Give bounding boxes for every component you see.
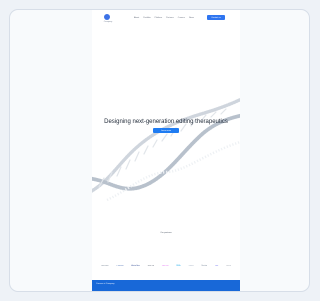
partner-logo: Cell Co xyxy=(161,264,169,267)
partner-logo: Life xyxy=(214,264,219,267)
nav-link[interactable]: Careers xyxy=(178,17,185,19)
partner-logo: BioLab xyxy=(147,264,154,267)
partner-logo: Genome xyxy=(101,264,109,267)
hero-learn-more-button[interactable]: Learn more xyxy=(153,128,179,133)
contact-button[interactable]: Contact us xyxy=(207,15,225,20)
nav-link[interactable]: Platform xyxy=(155,17,162,19)
partner-logo-strip: Genome Pharma AstraGen BioLab Cell Co RN… xyxy=(101,264,231,267)
partner-logo: Thera xyxy=(188,264,194,267)
partner-logo: Pharma xyxy=(116,264,124,267)
hero-section: Designing next-generation editing therap… xyxy=(92,90,240,210)
partner-logo: Gene xyxy=(226,264,231,267)
nav-link[interactable]: News xyxy=(189,17,194,19)
nav-link[interactable]: About xyxy=(134,17,139,19)
footer-banner: Careers at Company xyxy=(92,280,240,291)
brand-name: Company xyxy=(103,21,113,23)
web-page: Company About Portfolio Platform Partner… xyxy=(92,10,240,291)
partner-logo: RNA xyxy=(176,264,181,267)
partner-logo: Vector xyxy=(201,264,208,267)
nav-link[interactable]: Portfolio xyxy=(143,17,150,19)
company-logo-icon xyxy=(104,14,110,20)
footer-banner-label[interactable]: Careers at Company xyxy=(96,283,114,285)
brand-logo[interactable]: Company xyxy=(96,14,120,24)
dna-helix-illustration xyxy=(92,97,240,202)
partner-logo: AstraGen xyxy=(131,264,140,267)
hero-title: Designing next-generation editing therap… xyxy=(104,119,228,125)
top-navigation: Company About Portfolio Platform Partner… xyxy=(92,10,240,29)
screenshot-frame: Company About Portfolio Platform Partner… xyxy=(9,9,310,292)
partners-label: Our partners xyxy=(160,232,172,234)
nav-link[interactable]: Partners xyxy=(166,17,174,19)
nav-links: About Portfolio Platform Partners Career… xyxy=(134,16,194,20)
